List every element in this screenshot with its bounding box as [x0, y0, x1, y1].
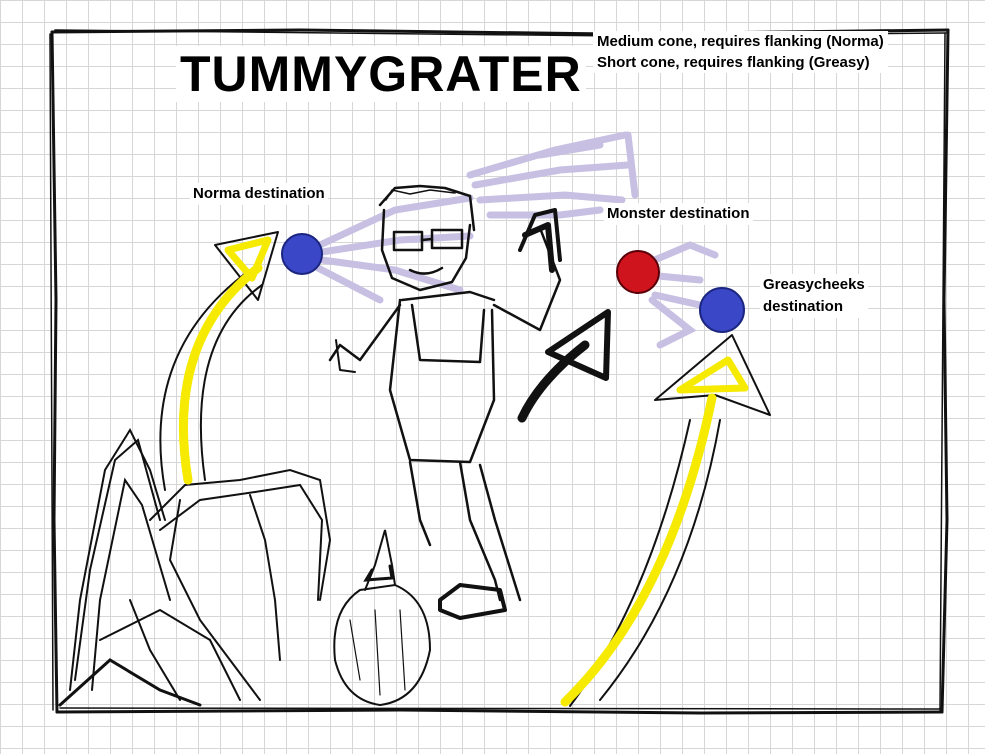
norma-destination-marker	[281, 233, 323, 275]
note-norma: Medium cone, requires flanking (Norma)	[597, 33, 884, 50]
greasy-arrow-shaft	[560, 393, 717, 707]
greasy-arrow-head	[676, 356, 749, 394]
greasy-destination-marker	[699, 287, 745, 333]
label-greasy-destination: Greasycheeks destination	[760, 274, 868, 318]
label-monster-destination: Monster destination	[604, 203, 753, 225]
page-title: TUMMYGRATER	[176, 46, 586, 102]
creature-sketch	[58, 427, 432, 707]
note-greasy: Short cone, requires flanking (Greasy)	[597, 54, 870, 71]
norma-arrow-head	[224, 236, 272, 282]
label-norma-destination: Norma destination	[190, 183, 328, 205]
sketch-canvas	[49, 28, 950, 715]
monster-destination-marker	[616, 250, 660, 294]
ability-notes: Medium cone, requires flanking (Norma) S…	[593, 31, 888, 73]
label-greasy-line2: destination	[763, 298, 844, 315]
character-sketch	[328, 184, 562, 620]
label-greasy-line1: Greasycheeks	[763, 276, 865, 293]
norma-arrow-shaft	[178, 263, 263, 485]
